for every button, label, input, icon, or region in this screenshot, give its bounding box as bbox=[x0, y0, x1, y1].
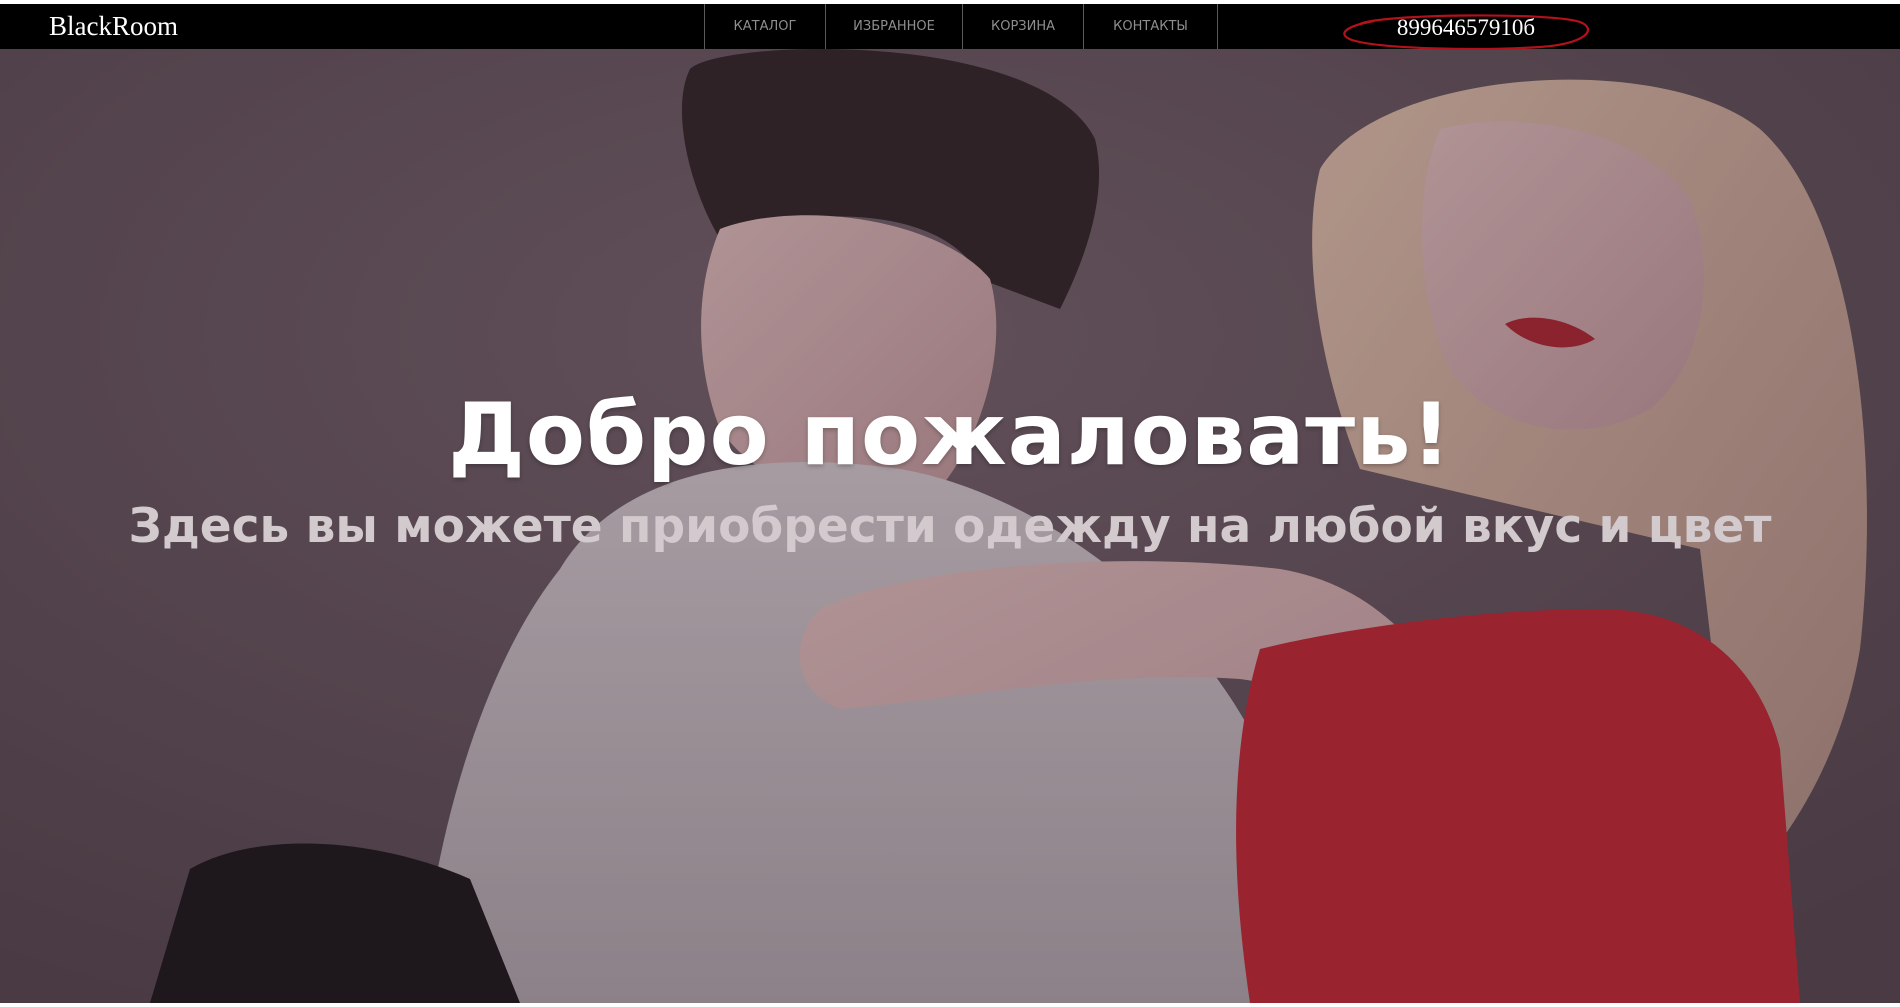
nav-item-catalog[interactable]: КАТАЛОГ bbox=[705, 4, 826, 49]
site-logo[interactable]: BlackRoom bbox=[49, 4, 178, 49]
top-navigation-bar: BlackRoom КАТАЛОГ ИЗБРАННОЕ КОРЗИНА КОНТ… bbox=[0, 4, 1900, 50]
nav-item-contacts[interactable]: КОНТАКТЫ bbox=[1084, 4, 1218, 49]
hero-subtitle: Здесь вы можете приобрести одежду на люб… bbox=[128, 499, 1772, 554]
nav-item-cart[interactable]: КОРЗИНА bbox=[963, 4, 1084, 49]
hero-welcome-title: Добро пожаловать! bbox=[448, 385, 1452, 485]
nav-item-favorites[interactable]: ИЗБРАННОЕ bbox=[826, 4, 963, 49]
main-navigation: КАТАЛОГ ИЗБРАННОЕ КОРЗИНА КОНТАКТЫ bbox=[704, 4, 1218, 49]
phone-number-block[interactable]: 89964657910б bbox=[1340, 12, 1592, 50]
hero-banner: Добро пожаловать! Здесь вы можете приобр… bbox=[0, 49, 1900, 1003]
phone-number[interactable]: 89964657910б bbox=[1340, 12, 1592, 44]
page: BlackRoom КАТАЛОГ ИЗБРАННОЕ КОРЗИНА КОНТ… bbox=[0, 0, 1900, 1007]
bottom-divider bbox=[0, 1003, 1900, 1007]
